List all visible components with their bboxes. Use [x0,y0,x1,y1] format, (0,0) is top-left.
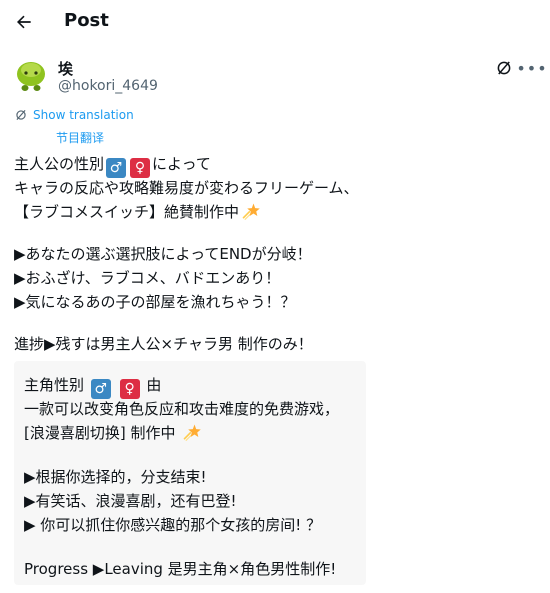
author-name[interactable]: 埃 [58,58,73,79]
tweet-line-7: 進捗▶残すは男主人公×チャラ男 制作のみ！ [14,335,313,353]
male-sign-icon: ♂ [90,379,111,399]
male-sign-icon: ♂ [106,158,127,178]
shooting-star-icon [242,203,260,220]
avatar[interactable] [13,58,49,94]
tweet-line-1-text: 主人公の性別 [14,155,105,173]
top-bar: Post [0,0,550,44]
translation-line-4: ▶根据你选择的，分支结束! [24,468,207,486]
translation-line-6: ▶ 你可以抓住你感兴趣的那个女孩的房间! ？ [24,516,322,534]
translation-line-3: [浪漫喜剧切换] 制作中 [24,424,176,442]
translation-line-7: Progress ▶Leaving 是男主角×角色男性制作! [24,560,337,578]
ellipsis-icon: ••• [516,58,548,78]
translation-line-1-text: 主角性别 [24,376,85,394]
more-options-button[interactable]: ••• [516,56,546,80]
translation-line-5: ▶有笑话、浪漫喜剧，还有巴登! [24,492,237,510]
tweet-line-3: 【ラブコメスイッチ】絶賛制作中 [14,203,240,221]
tweet-line-5: ▶おふざけ、ラブコメ、バドエンあり！ [14,269,281,287]
page-title: Post [64,10,109,31]
shooting-star-icon [183,424,202,441]
author-handle[interactable]: @hokori_4649 [58,78,158,94]
translation-line-1-suffix: 由 [146,376,162,394]
tweet-line-2: キャラの反応や攻略難易度が変わるフリーゲーム、 [14,179,359,197]
tweet-line-1-suffix: によって [152,155,211,173]
avatar-image-icon [17,62,45,91]
tweet-text: 主人公の性別 ♂ ♀ によって キャラの反応や攻略難易度が変わるフリーゲーム、 【ラブ… [14,152,534,356]
show-translation-link[interactable]: Show translation [14,108,134,122]
tweet-line-4: ▶あなたの選ぶ選択肢によってENDが分岐！ [14,245,312,263]
back-button[interactable] [10,8,38,36]
female-sign-icon: ♀ [130,158,151,178]
translation-line-2: 一款可以改变角色反应和攻击难度的免费游戏， [24,400,340,418]
tweet-line-6: ▶気になるあの子の部屋を漁れちゃう！？ [14,293,296,311]
female-sign-icon: ♀ [119,379,140,399]
grok-icon [497,61,511,75]
translation-card: 主角性别 ♂ ♀ 由 一款可以改变角色反应和攻击难度的免费游戏， [浪漫喜剧切换… [14,361,366,585]
arrow-left-icon [17,15,31,29]
show-translation-label: Show translation [33,108,134,122]
grok-button[interactable] [490,56,518,80]
translation-source-label[interactable]: 节目翻译 [56,129,104,146]
translate-icon [16,109,26,121]
